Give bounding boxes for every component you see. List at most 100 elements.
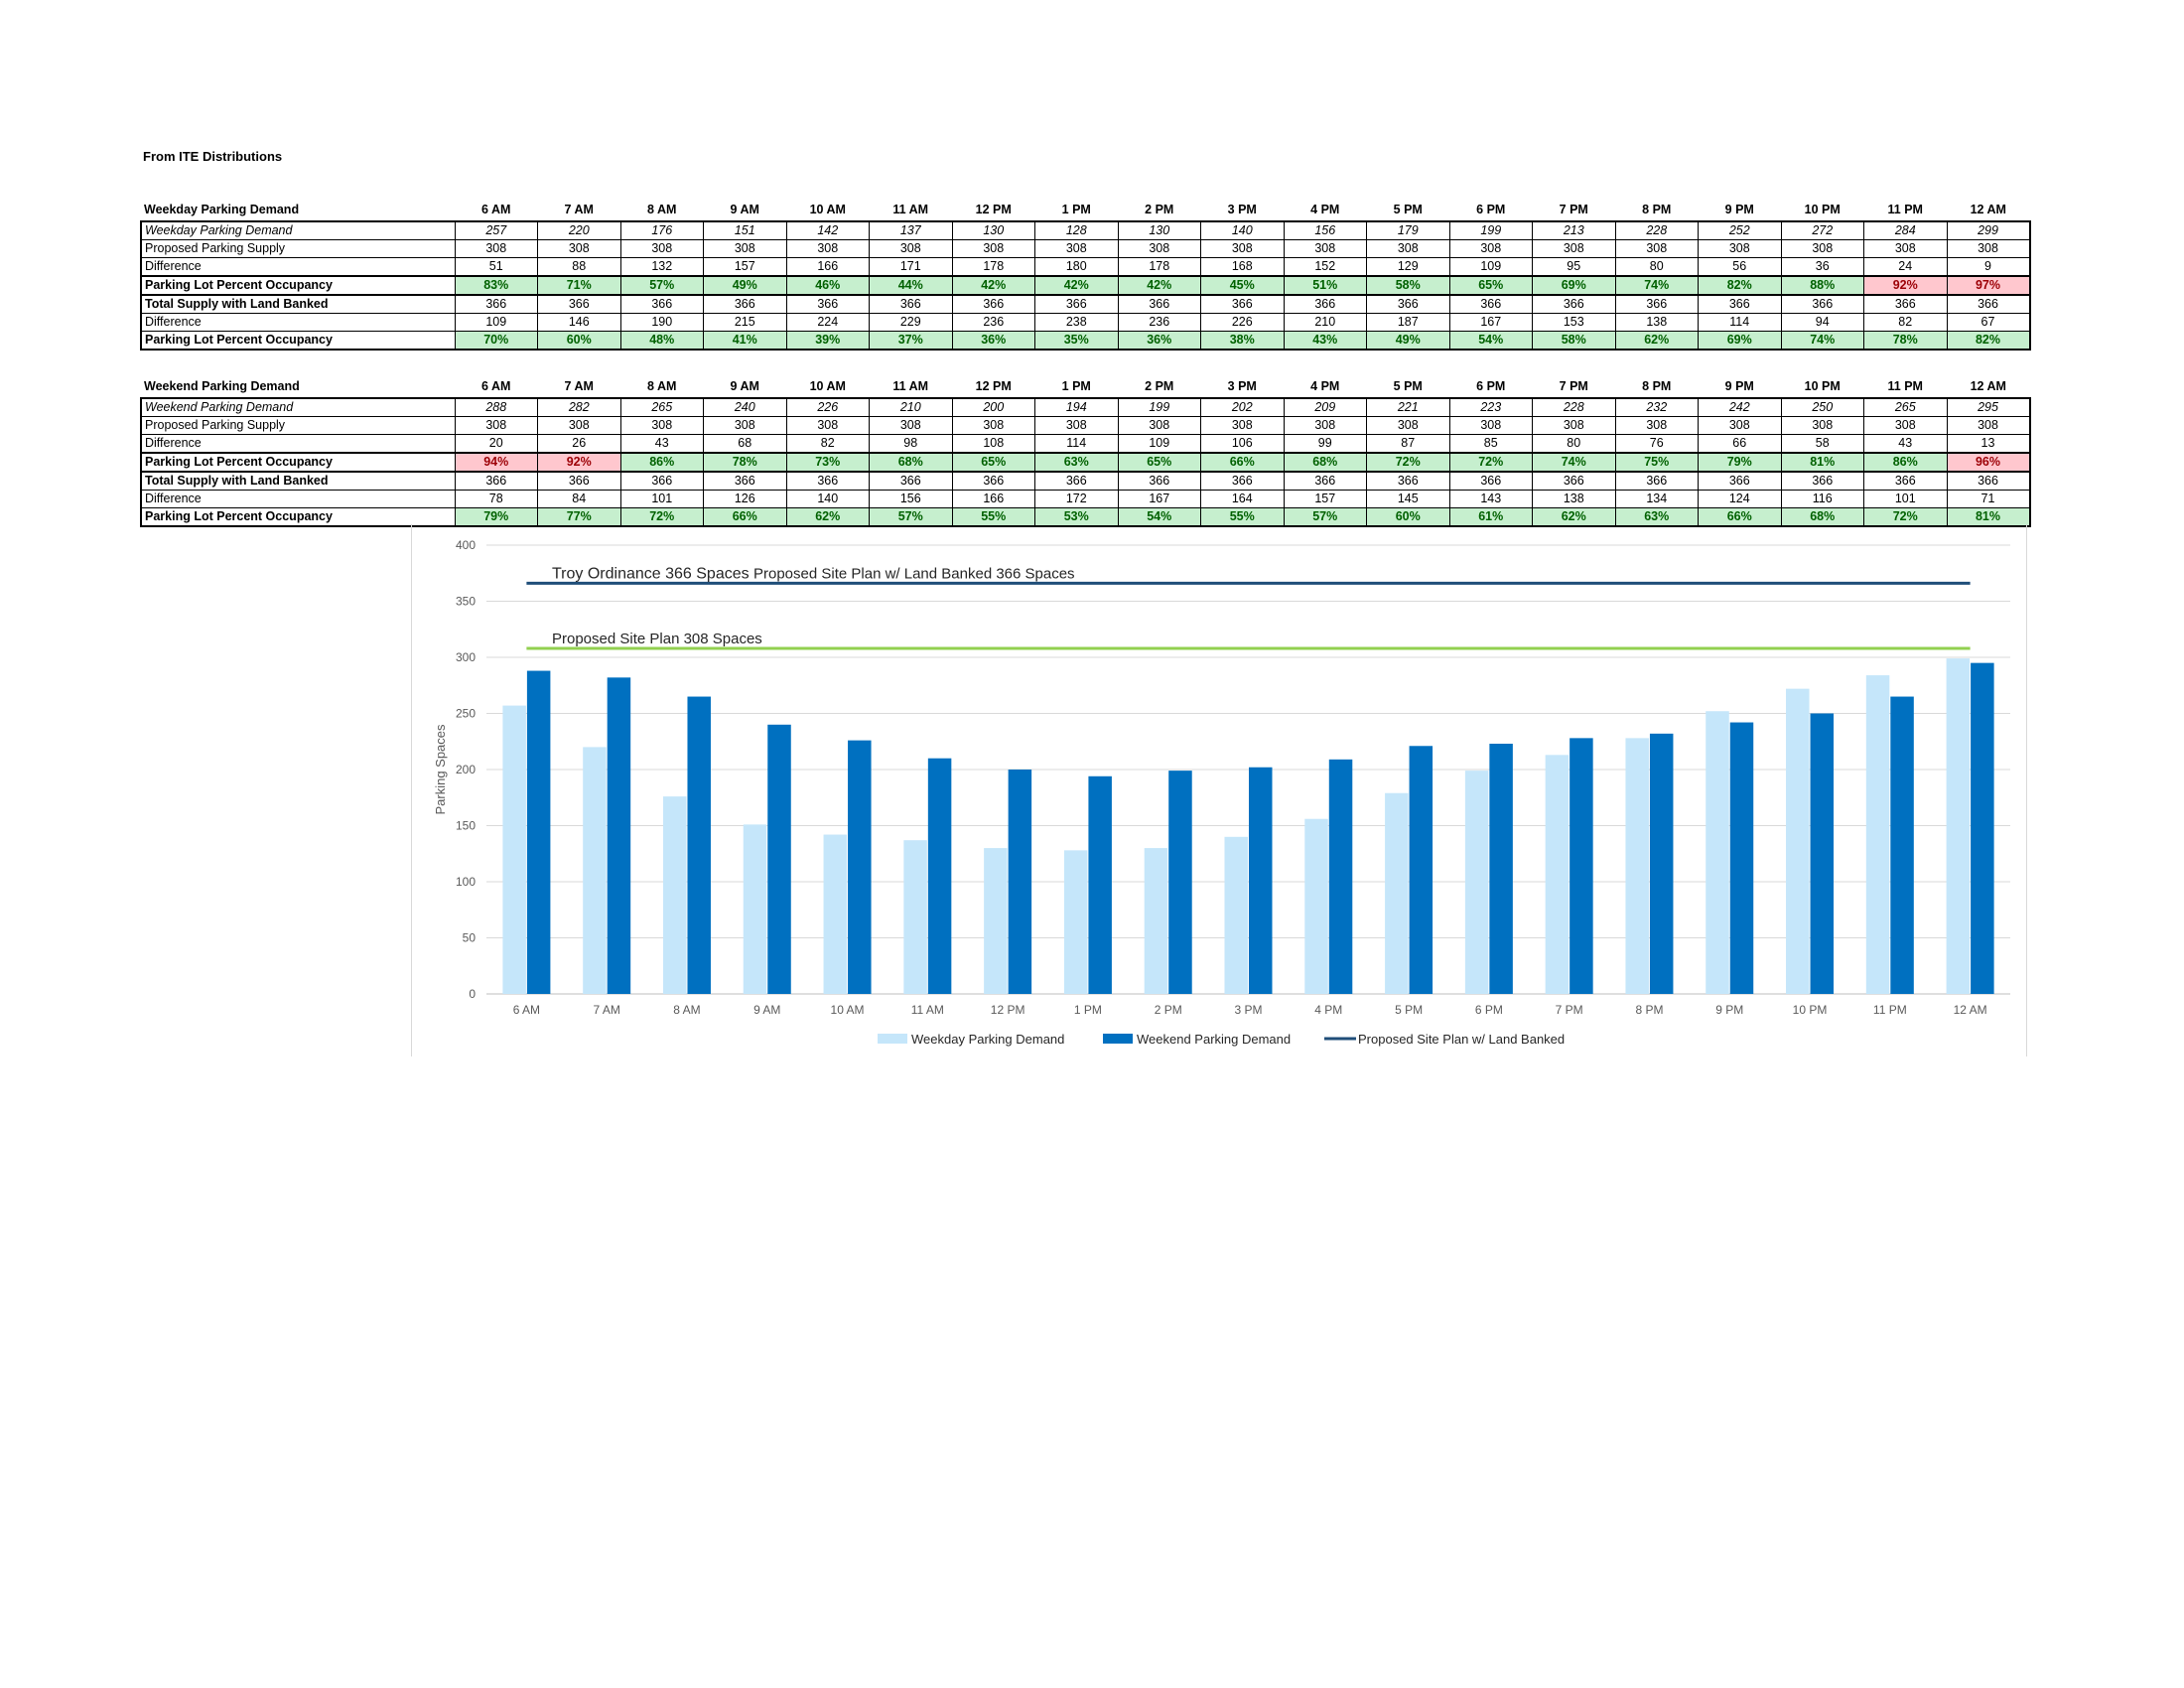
table-cell: 265 xyxy=(1863,397,1948,417)
table-cell: 42% xyxy=(1117,275,1201,296)
hour-header: 2 PM xyxy=(1145,379,1174,393)
table-cell: 68% xyxy=(1283,452,1367,473)
table-cell: 299 xyxy=(1946,220,2031,240)
bar xyxy=(607,677,631,994)
table-cell: 84 xyxy=(537,490,621,508)
table-cell: 308 xyxy=(1283,239,1367,258)
hour-header: 11 PM xyxy=(1887,379,1923,393)
bar xyxy=(662,796,687,994)
table-cell: 200 xyxy=(951,397,1035,417)
hour-header: 6 AM xyxy=(481,379,511,393)
table-cell: 130 xyxy=(1117,220,1201,240)
table-cell: 166 xyxy=(951,490,1035,508)
table-cell: 45% xyxy=(1200,275,1285,296)
table-cell: 156 xyxy=(869,490,953,508)
table-cell: 257 xyxy=(454,220,538,240)
hour-header: 12 PM xyxy=(975,379,1012,393)
row-label: Parking Lot Percent Occupancy xyxy=(140,331,456,351)
y-tick-label: 150 xyxy=(456,819,476,833)
bar xyxy=(687,696,711,994)
table-cell: 308 xyxy=(1532,239,1616,258)
bar xyxy=(1304,818,1328,994)
table-cell: 284 xyxy=(1863,220,1948,240)
table-cell: 226 xyxy=(1200,313,1285,332)
table-cell: 308 xyxy=(1366,239,1450,258)
table-cell: 308 xyxy=(1034,416,1119,435)
table-cell: 126 xyxy=(703,490,787,508)
hour-header: 9 PM xyxy=(1724,203,1754,216)
table-row: Weekday Parking Demand 257 220 176 151 142 137… xyxy=(140,220,2031,240)
table-cell: 114 xyxy=(1034,434,1119,453)
table-row: Parking Lot Percent Occupancy 83% 71% 57% 49… xyxy=(140,275,2031,296)
table-cell: 199 xyxy=(1448,220,1533,240)
table-cell: 308 xyxy=(619,239,704,258)
table-cell: 308 xyxy=(1200,239,1285,258)
table-cell: 140 xyxy=(1200,220,1285,240)
table-cell: 79% xyxy=(1698,452,1782,473)
table-cell: 130 xyxy=(951,220,1035,240)
row-label: Parking Lot Percent Occupancy xyxy=(140,507,456,527)
table-cell: 366 xyxy=(1366,471,1450,491)
hour-header: 7 PM xyxy=(1559,203,1588,216)
x-tick-label: 8 AM xyxy=(673,1003,700,1017)
table-cell: 224 xyxy=(785,313,870,332)
table-cell: 146 xyxy=(537,313,621,332)
table-cell: 88% xyxy=(1780,275,1864,296)
bar xyxy=(502,705,526,994)
table-cell: 82 xyxy=(785,434,870,453)
table-cell: 308 xyxy=(537,416,621,435)
table-cell: 151 xyxy=(703,220,787,240)
table-cell: 74% xyxy=(1532,452,1616,473)
table-cell: 308 xyxy=(951,239,1035,258)
table-cell: 366 xyxy=(1200,294,1285,314)
table-cell: 265 xyxy=(619,397,704,417)
bar xyxy=(743,824,767,994)
table-cell: 242 xyxy=(1698,397,1782,417)
hour-header: 3 PM xyxy=(1227,379,1257,393)
bar xyxy=(903,840,927,994)
table-cell: 114 xyxy=(1698,313,1782,332)
table-cell: 58% xyxy=(1366,275,1450,296)
table-cell: 178 xyxy=(1117,257,1201,276)
table-cell: 308 xyxy=(1946,239,2031,258)
table-cell: 49% xyxy=(1366,331,1450,351)
hour-header: 4 PM xyxy=(1310,203,1340,216)
table-cell: 72% xyxy=(1448,452,1533,473)
table-cell: 366 xyxy=(1532,294,1616,314)
table-cell: 210 xyxy=(869,397,953,417)
source-title: From ITE Distributions xyxy=(143,149,283,164)
table-cell: 94% xyxy=(454,452,538,473)
table-cell: 43% xyxy=(1283,331,1367,351)
table-cell: 179 xyxy=(1366,220,1450,240)
table-cell: 366 xyxy=(1614,471,1699,491)
table-cell: 46% xyxy=(785,275,870,296)
table-cell: 38% xyxy=(1200,331,1285,351)
bar xyxy=(1786,688,1810,994)
table-cell: 308 xyxy=(785,239,870,258)
table-cell: 308 xyxy=(1200,416,1285,435)
table-cell: 13 xyxy=(1946,434,2031,453)
hour-header: 5 PM xyxy=(1393,379,1423,393)
bar xyxy=(1249,767,1273,994)
bar xyxy=(1649,733,1674,994)
x-tick-label: 9 AM xyxy=(753,1003,780,1017)
y-tick-label: 400 xyxy=(456,538,476,552)
table-cell: 138 xyxy=(1532,490,1616,508)
chart-svg: 0 50 100 150 200 250 300 350 400 Parking Spaces 6 … xyxy=(433,538,2010,1047)
x-tick-label: 6 AM xyxy=(513,1003,540,1017)
table-cell: 366 xyxy=(785,294,870,314)
hour-header: 7 AM xyxy=(564,203,594,216)
table-cell: 65% xyxy=(1448,275,1533,296)
table-cell: 71% xyxy=(537,275,621,296)
hour-header: 10 PM xyxy=(1804,203,1841,216)
table-cell: 39% xyxy=(785,331,870,351)
table-cell: 75% xyxy=(1614,452,1699,473)
table-cell: 56 xyxy=(1698,257,1782,276)
hour-header: 12 AM xyxy=(1970,379,2006,393)
x-tick-label: 5 PM xyxy=(1395,1003,1423,1017)
hour-header: 9 AM xyxy=(730,379,759,393)
legend-swatch xyxy=(878,1034,907,1044)
y-tick-label: 50 xyxy=(463,931,477,945)
table-row: Difference 78 84 101 126 140 156 166 172 167 164 15… xyxy=(140,490,2031,508)
table-cell: 96% xyxy=(1946,452,2031,473)
